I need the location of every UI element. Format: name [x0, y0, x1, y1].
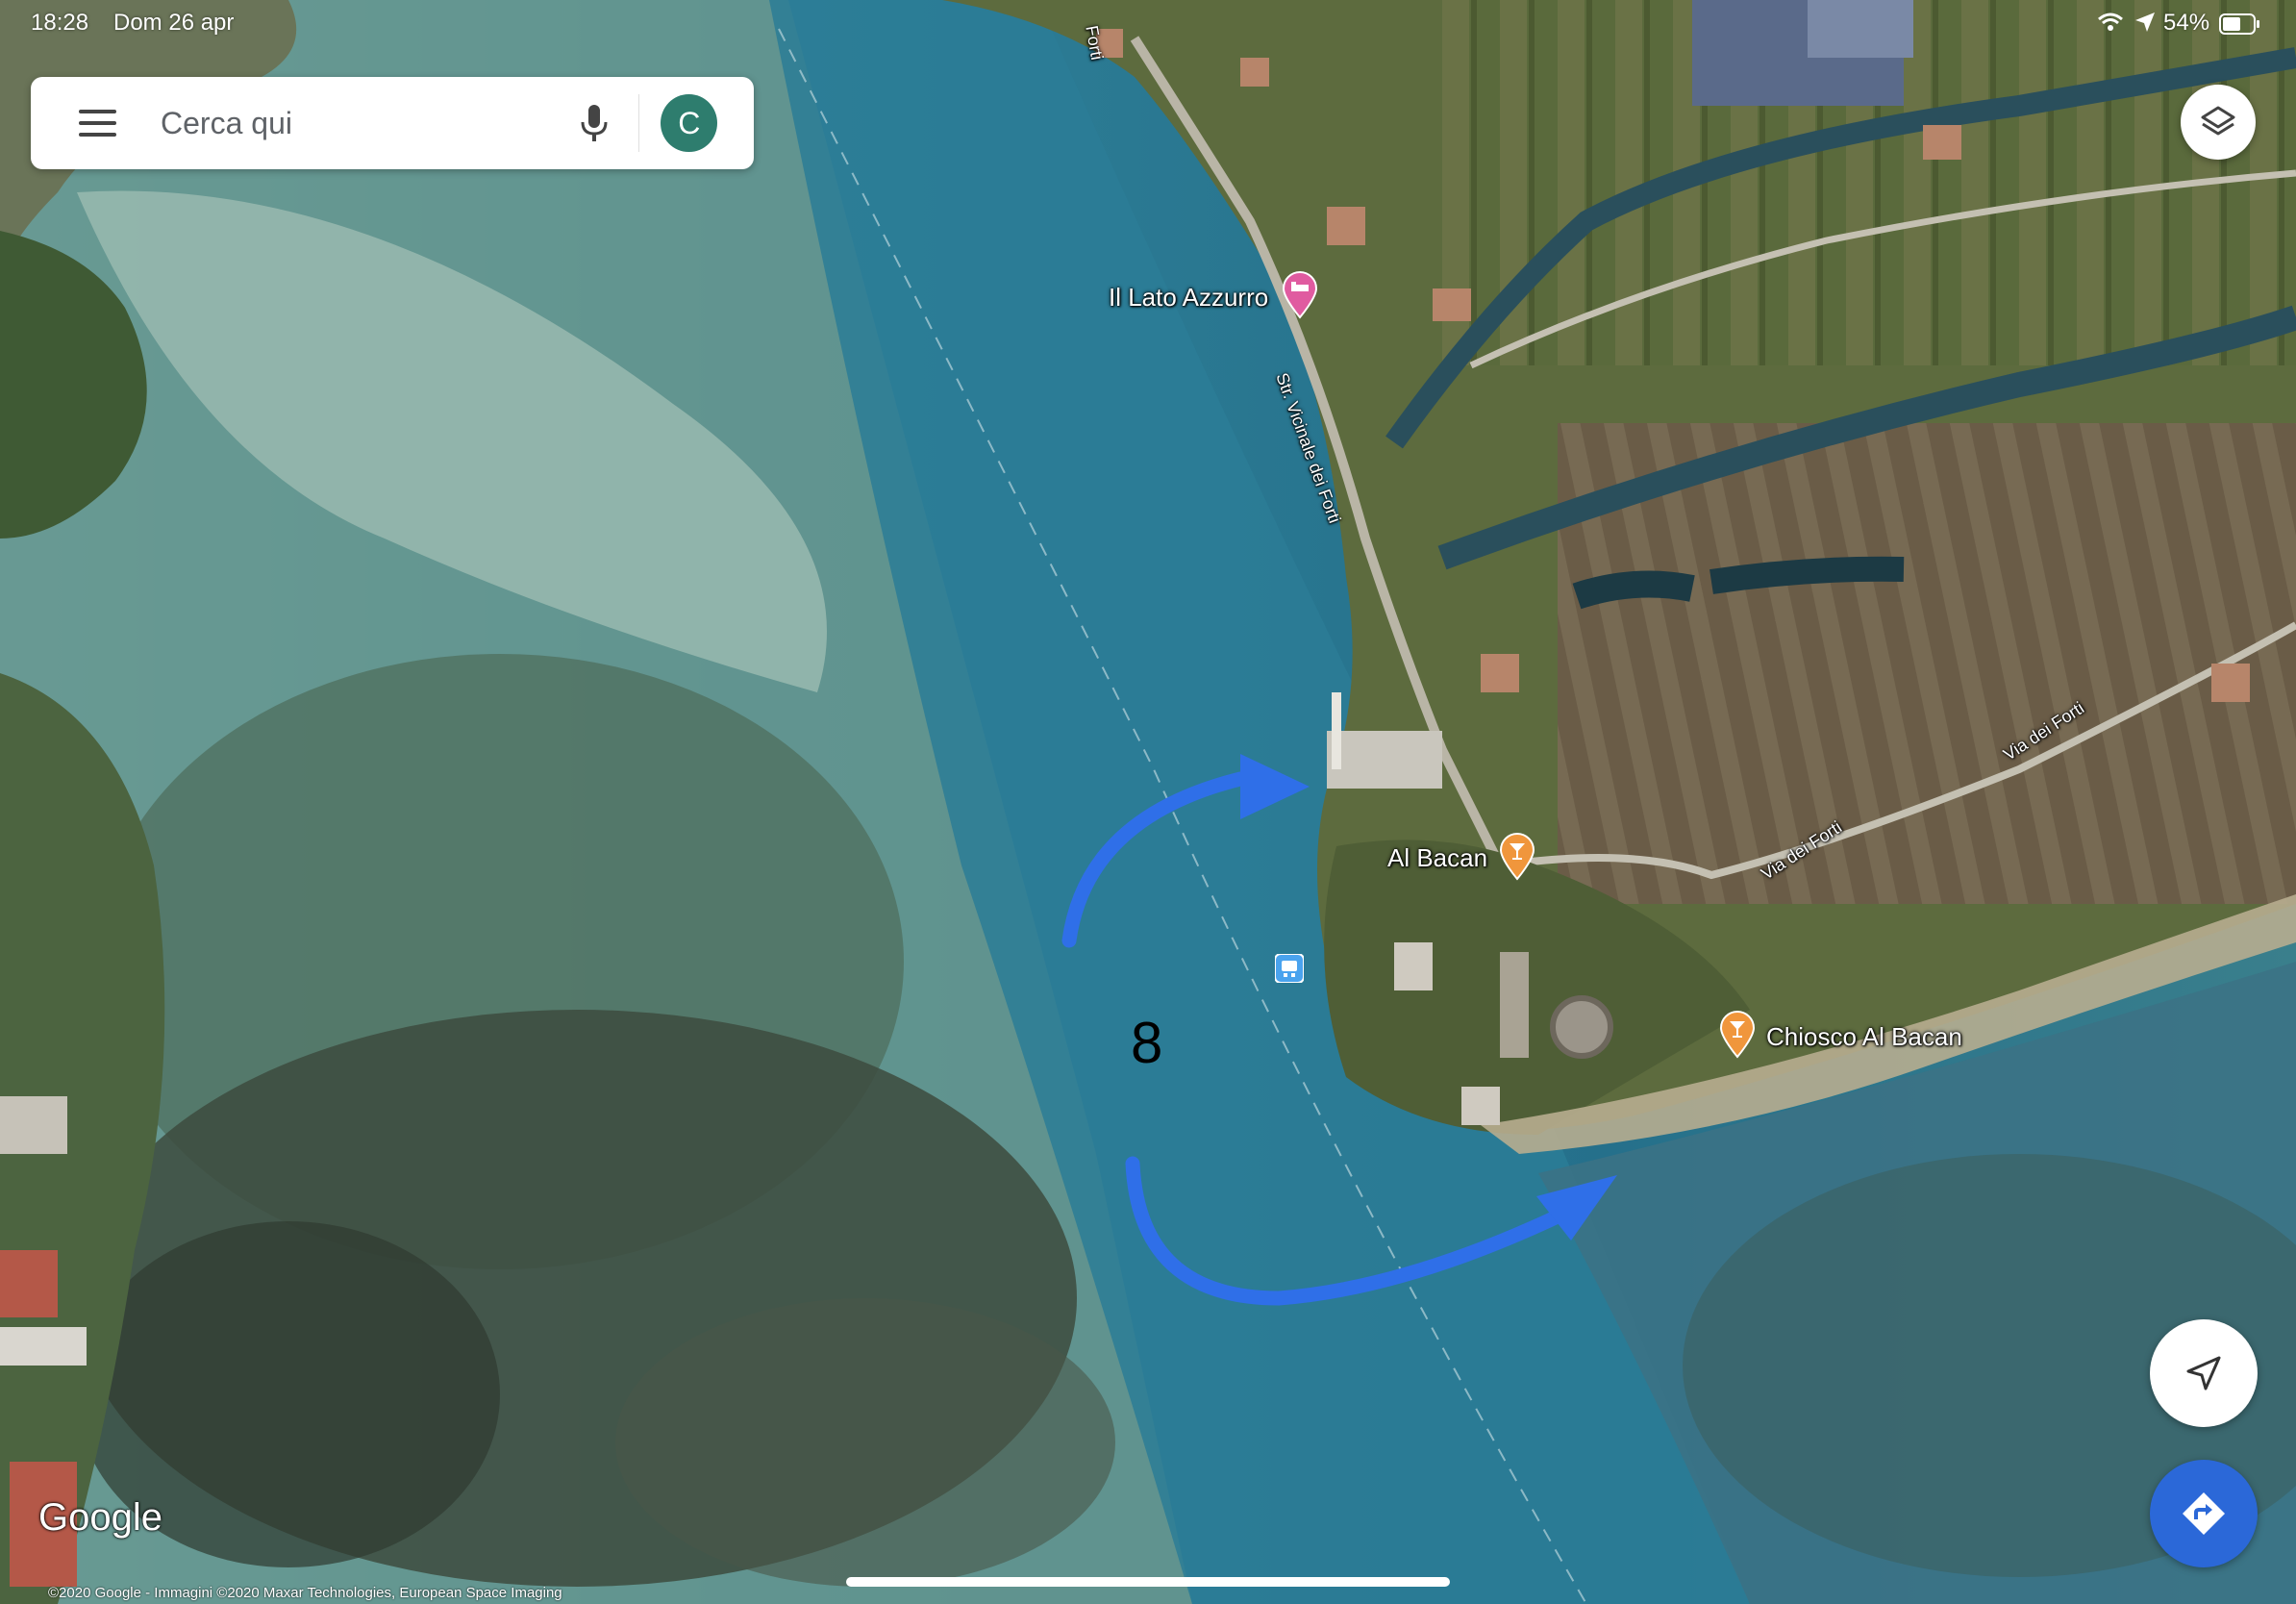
hamburger-icon[interactable]: [79, 110, 117, 137]
poi-label-il-lato-azzurro[interactable]: Il Lato Azzurro: [1109, 283, 1268, 313]
navigation-arrow-icon: [2186, 1356, 2221, 1391]
lodging-pin-icon[interactable]: [1282, 271, 1318, 324]
directions-icon: [2183, 1492, 2225, 1535]
search-input[interactable]: [159, 104, 567, 142]
google-logo: Google: [38, 1496, 162, 1539]
map-attribution[interactable]: ©2020 Google - Immagini ©2020 Maxar Tech…: [48, 1585, 562, 1601]
poi-label-al-bacan[interactable]: Al Bacan: [1387, 843, 1487, 873]
battery-percent: 54%: [2163, 10, 2210, 36]
location-arrow-icon: [2134, 12, 2156, 38]
layers-button[interactable]: [2181, 85, 2256, 160]
bar-pin-icon[interactable]: [1719, 1011, 1756, 1064]
home-indicator[interactable]: [846, 1577, 1450, 1587]
battery-icon: [2219, 13, 2261, 39]
account-avatar[interactable]: C: [661, 94, 717, 152]
ferry-stop-icon[interactable]: [1274, 953, 1305, 988]
search-divider: [637, 94, 640, 152]
mic-icon[interactable]: [566, 94, 623, 152]
my-location-button[interactable]: [2150, 1319, 2258, 1427]
layers-icon: [2201, 106, 2235, 136]
bar-pin-icon[interactable]: [1499, 833, 1535, 886]
poi-label-chiosco-al-bacan[interactable]: Chiosco Al Bacan: [1766, 1022, 1962, 1052]
search-bar[interactable]: C: [31, 77, 754, 169]
directions-button[interactable]: [2150, 1460, 2258, 1567]
annotation-number: 8: [1131, 1011, 1163, 1075]
status-time: 18:28: [31, 10, 89, 36]
status-date: Dom 26 apr: [113, 10, 235, 36]
satellite-map[interactable]: [0, 0, 2296, 1604]
wifi-icon: [2098, 12, 2123, 38]
